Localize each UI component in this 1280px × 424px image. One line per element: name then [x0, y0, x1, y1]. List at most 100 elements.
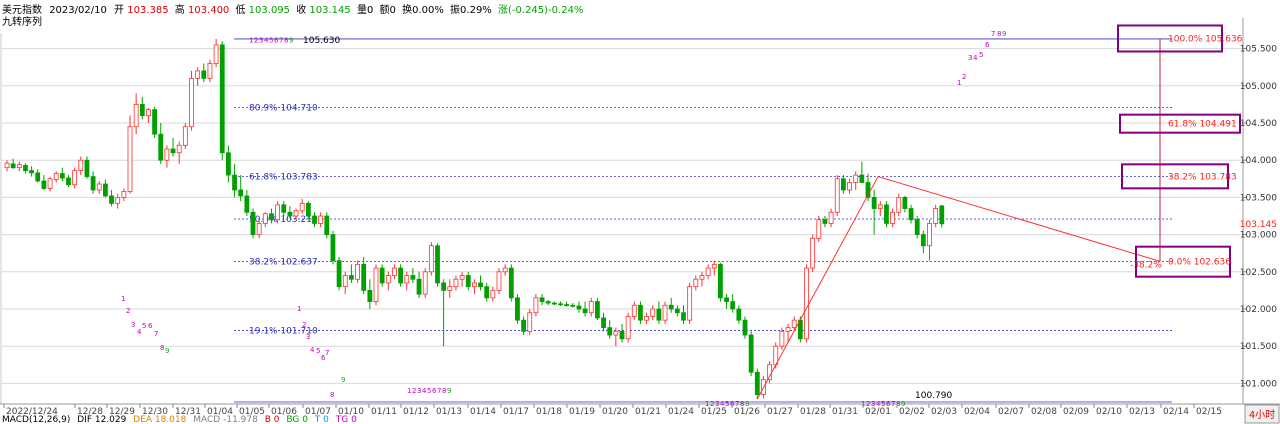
td-sequence-number: 9: [447, 387, 451, 395]
candle-body: [398, 267, 404, 284]
candle-body: [459, 275, 465, 280]
kline-chart[interactable]: 美元指数 2023/02/10 开 103.385 高 103.400 低 10…: [0, 0, 1280, 424]
candle-body: [250, 211, 256, 235]
time-tick-label: 01/20: [602, 407, 628, 417]
candle-body: [336, 260, 342, 288]
period-label: 4小时: [1249, 409, 1275, 421]
candle-body: [201, 70, 207, 79]
svg-text:美元指数 2023/02/10 开: 美元指数 2023/02/10 开 103.385 高 103.400 低 10…: [2, 3, 583, 16]
candle-body: [348, 275, 354, 280]
candle-body: [527, 312, 533, 332]
fib-level-label: 38.2% 102.637: [249, 258, 318, 268]
price-tick-label: 101.000: [1240, 379, 1277, 389]
td-sequence-number: 2: [126, 307, 130, 315]
candle-body: [441, 282, 447, 291]
candle-body: [607, 327, 613, 336]
candle-body: [41, 180, 47, 189]
candle-body: [834, 178, 840, 213]
time-tick-label: 02/04: [964, 407, 990, 417]
candle-body: [521, 319, 526, 332]
candle-body: [748, 334, 754, 373]
fibonacci-right: 100.0% 105.636 61.8% 104.491 38.2% 103.783…: [1117, 24, 1243, 278]
td-sequence-number: 1: [297, 305, 301, 313]
candle-body: [650, 308, 656, 317]
indicator-name: 九转序列: [2, 15, 42, 28]
b-label: B 0: [265, 415, 280, 424]
candle-body: [299, 202, 305, 212]
macd-label: MACD(12,26,9): [2, 415, 70, 424]
candle-body: [244, 195, 250, 213]
price-tick-label: 101.500: [1240, 342, 1277, 352]
td-sequence-number: 5: [427, 387, 431, 395]
candle-body: [859, 174, 865, 183]
low-value: 103.095: [249, 5, 290, 16]
candle-body: [66, 177, 71, 186]
candle-body: [693, 278, 699, 288]
volume-label: 量0: [357, 4, 373, 16]
candle-body: [428, 245, 434, 273]
dif-label: DIF 12.029: [77, 415, 126, 424]
candle-body: [613, 330, 619, 336]
candle-body: [416, 278, 422, 295]
time-tick-label: 01/14: [470, 407, 496, 417]
candle-body: [884, 204, 889, 224]
time-tick-label: 01/28: [800, 407, 826, 417]
candle-body: [146, 109, 151, 116]
time-tick-label: 01/18: [536, 407, 562, 417]
td-sequence-number: 2: [962, 73, 966, 81]
time-tick-label: 01/26: [734, 407, 760, 417]
candle-body: [232, 174, 237, 191]
time-tick-label: 01/13: [436, 407, 462, 417]
open-value: 103.385: [127, 5, 168, 16]
candle-body: [576, 305, 582, 310]
candle-body: [816, 219, 822, 239]
td-sequence-number: 1: [249, 37, 253, 45]
candle-body: [490, 289, 496, 299]
candle-body: [373, 267, 379, 302]
time-tick-label: 02/08: [1031, 407, 1057, 417]
high-value: 103.400: [188, 5, 229, 16]
candle-body: [435, 245, 440, 284]
candle-body: [871, 196, 877, 209]
fib-projection-label: 100.0% 105.636: [1168, 34, 1243, 44]
candle-body: [133, 104, 139, 128]
candle-body: [674, 308, 680, 314]
candle-body: [84, 159, 90, 177]
fib-level-label: 61.8% 103.783: [249, 172, 318, 182]
candle-body: [804, 267, 809, 340]
last-price-label: 103.145: [1240, 220, 1277, 230]
candle-body: [392, 267, 397, 276]
candle-body: [484, 286, 490, 299]
candle-body: [828, 211, 834, 224]
td-sequence-number: 3: [259, 37, 263, 45]
candle-body: [927, 223, 932, 247]
td-sequence-number: 6: [148, 322, 153, 330]
candle-body: [668, 304, 674, 310]
td-sequence-number: 3: [131, 321, 135, 329]
td-sequence-number: 8: [442, 387, 446, 395]
candle-body: [4, 162, 10, 169]
candle-body: [705, 267, 711, 276]
candle-body: [96, 183, 102, 191]
td-sequence-number: 9: [341, 376, 345, 384]
candle-body: [687, 286, 693, 321]
fib-level-label: 80.9% 104.710: [249, 103, 318, 113]
candle-body: [545, 301, 551, 304]
candle-body: [502, 267, 508, 273]
candle-body: [508, 267, 514, 299]
candle-body: [29, 170, 35, 174]
open-label: 开: [114, 5, 124, 16]
candle-body: [385, 275, 391, 284]
candle-body: [367, 289, 373, 302]
time-tick-label: 02/15: [1196, 407, 1222, 417]
candle-body: [225, 152, 231, 176]
candle-body: [16, 164, 22, 169]
candle-body: [195, 70, 201, 79]
candle-body: [342, 275, 348, 288]
candle-body: [908, 208, 914, 221]
td-sequence-number: 7: [325, 349, 329, 357]
candle-body: [595, 301, 600, 319]
fibonacci-left: 80.9% 104.71061.8% 103.78350.0% 103.2103…: [234, 36, 1172, 403]
symbol-name: 美元指数: [2, 3, 42, 16]
candle-body: [78, 159, 84, 172]
